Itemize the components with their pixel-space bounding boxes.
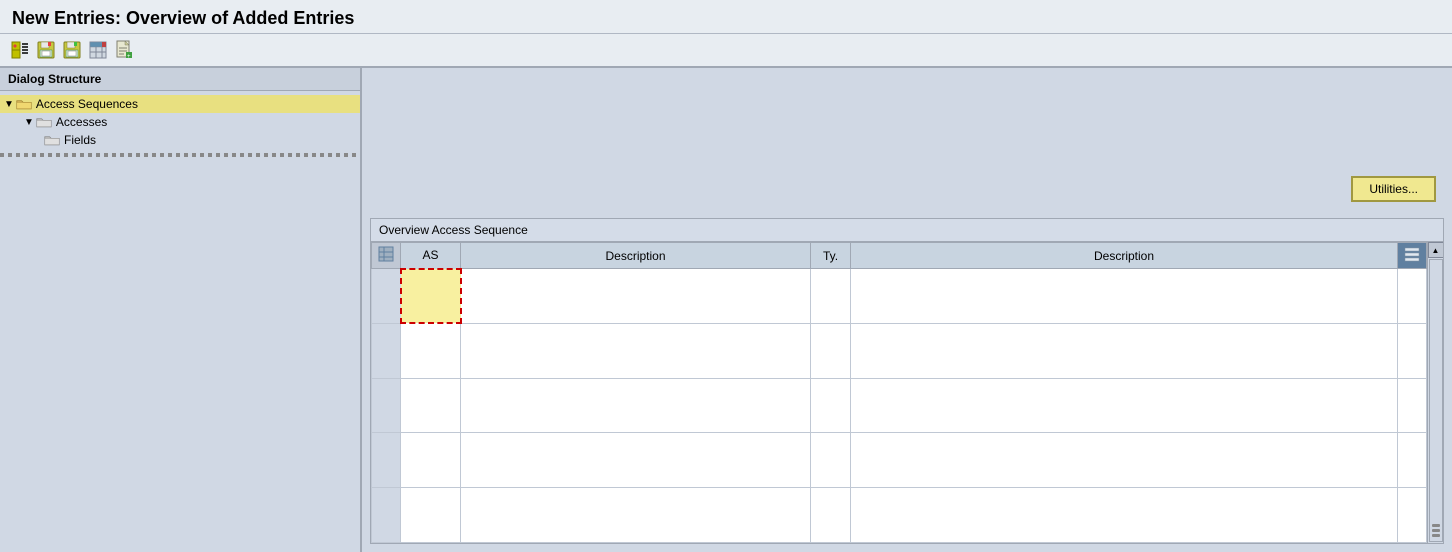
page-title: New Entries: Overview of Added Entries: [12, 8, 1440, 29]
row-num-cell: [372, 378, 401, 433]
settings-cell-2: [1398, 323, 1427, 378]
desc1-cell-5: [461, 488, 811, 543]
toolbar: +: [0, 34, 1452, 68]
scrollbar-dot: [1432, 524, 1440, 527]
right-panel: Utilities... Overview Access Sequence: [362, 68, 1452, 552]
ty-cell-4: [811, 433, 851, 488]
table-row: [372, 323, 1427, 378]
settings-cell-5: [1398, 488, 1427, 543]
table-row: [372, 269, 1427, 324]
folder-icon-fields: [44, 133, 60, 147]
settings-cell-3: [1398, 378, 1427, 433]
table-scrollbar: ▲: [1427, 242, 1443, 543]
ty-cell-1: [811, 269, 851, 324]
col-header-rownum: [372, 243, 401, 269]
desc1-cell-3: [461, 378, 811, 433]
scrollbar-dot: [1432, 529, 1440, 532]
desc1-cell-4: [461, 433, 811, 488]
save-red-button[interactable]: [34, 38, 58, 62]
desc2-cell-5: [851, 488, 1398, 543]
desc1-cell-1: [461, 269, 811, 324]
tree-arrow-accesses: ▼: [24, 117, 34, 128]
table-wrapper: AS Description Ty. Description: [371, 242, 1443, 543]
doc-button[interactable]: +: [112, 38, 136, 62]
table-row: [372, 433, 1427, 488]
tree-item-fields[interactable]: Fields: [0, 131, 360, 149]
col-header-as: AS: [401, 243, 461, 269]
as-input-active[interactable]: [402, 288, 460, 304]
as-cell-4: [401, 433, 461, 488]
table-title: Overview Access Sequence: [371, 219, 1443, 242]
col-settings-header[interactable]: [1398, 243, 1427, 269]
ty-cell-5: [811, 488, 851, 543]
save-green-button[interactable]: [60, 38, 84, 62]
row-num-cell: [372, 488, 401, 543]
ty-cell-2: [811, 323, 851, 378]
desc2-cell-2: [851, 323, 1398, 378]
col-header-ty: Ty.: [811, 243, 851, 269]
scrollbar-track[interactable]: [1429, 259, 1443, 542]
folder-icon-accesses: [36, 115, 52, 129]
scrollbar-dot: [1432, 534, 1440, 537]
tree-label-fields: Fields: [64, 133, 96, 147]
left-panel: Dialog Structure ▼ Access Sequences ▼: [0, 68, 362, 552]
table-header-row: AS Description Ty. Description: [372, 243, 1427, 269]
folder-icon-access-sequences: [16, 97, 32, 111]
data-table: AS Description Ty. Description: [371, 242, 1427, 543]
main-container: New Entries: Overview of Added Entries: [0, 0, 1452, 552]
col-header-desc2: Description: [851, 243, 1398, 269]
as-cell-5: [401, 488, 461, 543]
svg-text:+: +: [127, 54, 131, 60]
tree-item-access-sequences[interactable]: ▼ Access Sequences: [0, 95, 360, 113]
utilities-button[interactable]: Utilities...: [1351, 176, 1436, 202]
content-area: Dialog Structure ▼ Access Sequences ▼: [0, 68, 1452, 552]
row-num-cell: [372, 323, 401, 378]
scrollbar-up-arrow[interactable]: ▲: [1428, 242, 1444, 258]
desc1-cell-2: [461, 323, 811, 378]
settings-cell-4: [1398, 433, 1427, 488]
tree-label-access-sequences: Access Sequences: [36, 97, 138, 111]
table-row: [372, 378, 1427, 433]
table-container: Overview Access Sequence: [370, 218, 1444, 544]
desc2-cell-1: [851, 269, 1398, 324]
tree-label-accesses: Accesses: [56, 115, 107, 129]
left-panel-bottom-indicator: [0, 153, 360, 157]
edit-button[interactable]: [8, 38, 32, 62]
title-bar: New Entries: Overview of Added Entries: [0, 0, 1452, 34]
scrollbar-dots: [1432, 524, 1440, 537]
tree-item-accesses[interactable]: ▼ Accesses: [0, 113, 360, 131]
row-num-cell: [372, 269, 401, 324]
tree-arrow-access-sequences: ▼: [4, 99, 14, 110]
col-header-desc1: Description: [461, 243, 811, 269]
table-button[interactable]: [86, 38, 110, 62]
tree-container: ▼ Access Sequences ▼ Accesses: [0, 91, 360, 153]
dialog-structure-header: Dialog Structure: [0, 68, 360, 91]
as-cell-2: [401, 323, 461, 378]
settings-cell-1: [1398, 269, 1427, 324]
desc2-cell-4: [851, 433, 1398, 488]
ty-cell-3: [811, 378, 851, 433]
table-body: [372, 269, 1427, 543]
table-row: [372, 488, 1427, 543]
desc2-cell-3: [851, 378, 1398, 433]
as-cell-3: [401, 378, 461, 433]
row-num-cell: [372, 433, 401, 488]
as-cell-active[interactable]: [401, 269, 461, 324]
